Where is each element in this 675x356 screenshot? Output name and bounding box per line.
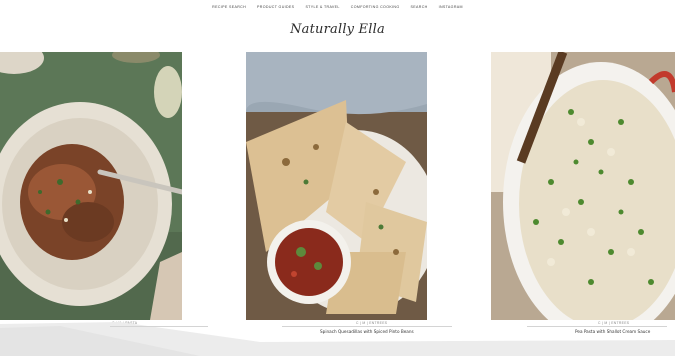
- recipe-card-quesadillas-image[interactable]: [246, 52, 427, 320]
- recipe-card-pasta-image[interactable]: [0, 52, 182, 320]
- recipe-card-pea-pasta-image[interactable]: [491, 52, 675, 320]
- site-logo[interactable]: Naturally Ella: [0, 22, 675, 37]
- nav-style-travel[interactable]: STYLE & TRAVEL: [305, 5, 339, 9]
- nav-product-guides[interactable]: PRODUCT GUIDES: [257, 5, 294, 9]
- nav-search[interactable]: SEARCH: [411, 5, 428, 9]
- nav-comforting-cooking[interactable]: COMFORTING COOKING: [351, 5, 400, 9]
- nav-recipe-search[interactable]: RECIPE SEARCH: [212, 5, 246, 9]
- top-nav: RECIPE SEARCH PRODUCT GUIDES STYLE & TRA…: [0, 0, 675, 13]
- card-1-divider: [110, 326, 208, 327]
- footer-swoosh-decoration: [0, 322, 675, 356]
- nav-instagram[interactable]: INSTAGRAM: [439, 5, 463, 9]
